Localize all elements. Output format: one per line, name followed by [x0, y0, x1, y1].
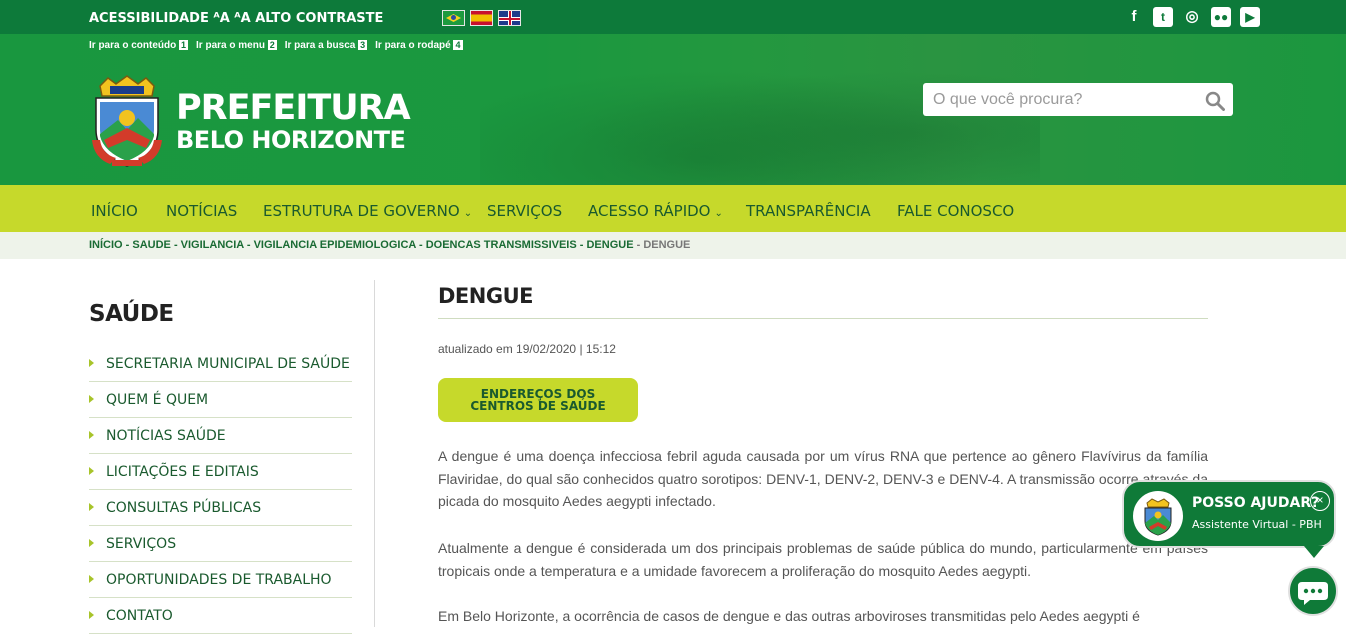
chat-button[interactable]	[1288, 566, 1338, 616]
skip-search-link[interactable]: Ir para a busca 3	[285, 40, 371, 51]
health-centers-button[interactable]: ENDEREÇOS DOS CENTROS DE SAÚDE	[438, 378, 638, 422]
skip-content-link[interactable]: Ir para o conteúdo 1	[89, 40, 192, 51]
sidebar-item-licitacoes[interactable]: LICITAÇÕES E EDITAIS	[89, 454, 352, 490]
city-crest-logo[interactable]	[90, 74, 164, 170]
close-icon[interactable]: ×	[1310, 491, 1330, 511]
bullet-icon	[89, 395, 94, 403]
skip-menu-link[interactable]: Ir para o menu 2	[196, 40, 281, 51]
paragraph-1: A dengue é uma doença infecciosa febril …	[438, 448, 1208, 509]
nav-transparencia[interactable]: TRANSPARÊNCIA	[746, 202, 871, 220]
header: Ir para o conteúdo 1 Ir para o menu 2 Ir…	[0, 34, 1346, 185]
flickr-icon[interactable]: ●●	[1211, 7, 1231, 27]
breadcrumb: INÍCIO - SAUDE - VIGILANCIA - VIGILANCIA…	[0, 232, 1346, 259]
sidebar-item-contato[interactable]: CONTATO	[89, 598, 352, 634]
twitter-icon[interactable]: t	[1153, 7, 1173, 27]
nav-fale-conosco[interactable]: FALE CONOSCO	[897, 202, 1014, 220]
assistant-title: POSSO AJUDAR?	[1192, 495, 1320, 511]
facebook-icon[interactable]: f	[1124, 7, 1144, 27]
assistant-avatar	[1133, 491, 1183, 541]
instagram-icon[interactable]: ◎	[1182, 7, 1202, 27]
bullet-icon	[89, 359, 94, 367]
sidebar-menu: SECRETARIA MUNICIPAL DE SAÚDE QUEM É QUE…	[89, 346, 352, 634]
logo-line1: PREFEITURA	[176, 88, 411, 128]
youtube-icon[interactable]: ▶	[1240, 7, 1260, 27]
nav-estrutura-de-governo[interactable]: ESTRUTURA DE GOVERNO ⌄	[263, 202, 472, 220]
updated-timestamp: atualizado em 19/02/2020 | 15:12	[438, 342, 616, 356]
paragraph-3: Em Belo Horizonte, a ocorrência de casos…	[438, 608, 1140, 624]
bullet-icon	[89, 575, 94, 583]
nav-inicio[interactable]: INÍCIO	[91, 202, 138, 220]
language-flags	[442, 10, 521, 26]
chat-bubble-icon	[1298, 582, 1328, 605]
es-flag-icon[interactable]	[470, 10, 493, 26]
popup-tail	[1304, 546, 1324, 558]
sidebar-item-servicos[interactable]: SERVIÇOS	[89, 526, 352, 562]
accessibility-links[interactable]: ACESSIBILIDADE ᴬA ᴬA ALTO CONTRASTE	[89, 11, 383, 26]
chevron-down-icon: ⌄	[463, 208, 473, 219]
sidebar-item-noticias-saude[interactable]: NOTÍCIAS SAÚDE	[89, 418, 352, 454]
bullet-icon	[89, 611, 94, 619]
header-background-image	[480, 54, 1040, 185]
sidebar-item-secretaria[interactable]: SECRETARIA MUNICIPAL DE SAÚDE	[89, 346, 352, 382]
cta-line2: CENTROS DE SAÚDE	[470, 399, 606, 413]
uk-flag-icon[interactable]	[498, 10, 521, 26]
page-title: DENGUE	[438, 284, 534, 308]
bullet-icon	[89, 467, 94, 475]
title-divider	[438, 318, 1208, 319]
nav-noticias[interactable]: NOTÍCIAS	[166, 202, 237, 220]
logo-line2: BELO HORIZONTE	[176, 126, 406, 154]
sidebar-divider	[374, 280, 375, 627]
top-bar: ACESSIBILIDADE ᴬA ᴬA ALTO CONTRASTE f t …	[0, 0, 1346, 34]
city-crest-icon	[1144, 498, 1172, 536]
sidebar-item-consultas[interactable]: CONSULTAS PÚBLICAS	[89, 490, 352, 526]
search-box	[923, 83, 1233, 116]
sidebar-item-quem-e-quem[interactable]: QUEM É QUEM	[89, 382, 352, 418]
breadcrumb-path[interactable]: INÍCIO - SAUDE - VIGILANCIA - VIGILANCIA…	[89, 239, 634, 251]
social-links: f t ◎ ●● ▶	[1124, 7, 1260, 27]
search-icon[interactable]	[1205, 91, 1225, 111]
bullet-icon	[89, 539, 94, 547]
br-flag-icon[interactable]	[442, 10, 465, 26]
bullet-icon	[89, 503, 94, 511]
sidebar-title: SAÚDE	[89, 301, 174, 327]
skip-links: Ir para o conteúdo 1 Ir para o menu 2 Ir…	[89, 40, 467, 51]
nav-servicos[interactable]: SERVIÇOS	[487, 202, 562, 220]
chevron-down-icon: ⌄	[714, 208, 723, 219]
bullet-icon	[89, 431, 94, 439]
nav-acesso-rapido[interactable]: ACESSO RÁPIDO ⌄	[588, 202, 723, 220]
search-input[interactable]	[923, 83, 1193, 116]
virtual-assistant-popup[interactable]: POSSO AJUDAR? Assistente Virtual - PBH ×	[1122, 480, 1336, 558]
main-nav: INÍCIO NOTÍCIAS ESTRUTURA DE GOVERNO ⌄ SE…	[0, 185, 1346, 232]
paragraph-2: Atualmente a dengue é considerada um dos…	[438, 540, 1208, 579]
sidebar-item-oportunidades[interactable]: OPORTUNIDADES DE TRABALHO	[89, 562, 352, 598]
skip-footer-link[interactable]: Ir para o rodapé 4	[375, 40, 466, 51]
assistant-subtitle: Assistente Virtual - PBH	[1192, 518, 1322, 531]
breadcrumb-current: - DENGUE	[636, 239, 691, 251]
city-name-logo[interactable]: PREFEITURA BELO HORIZONTE	[176, 88, 411, 154]
